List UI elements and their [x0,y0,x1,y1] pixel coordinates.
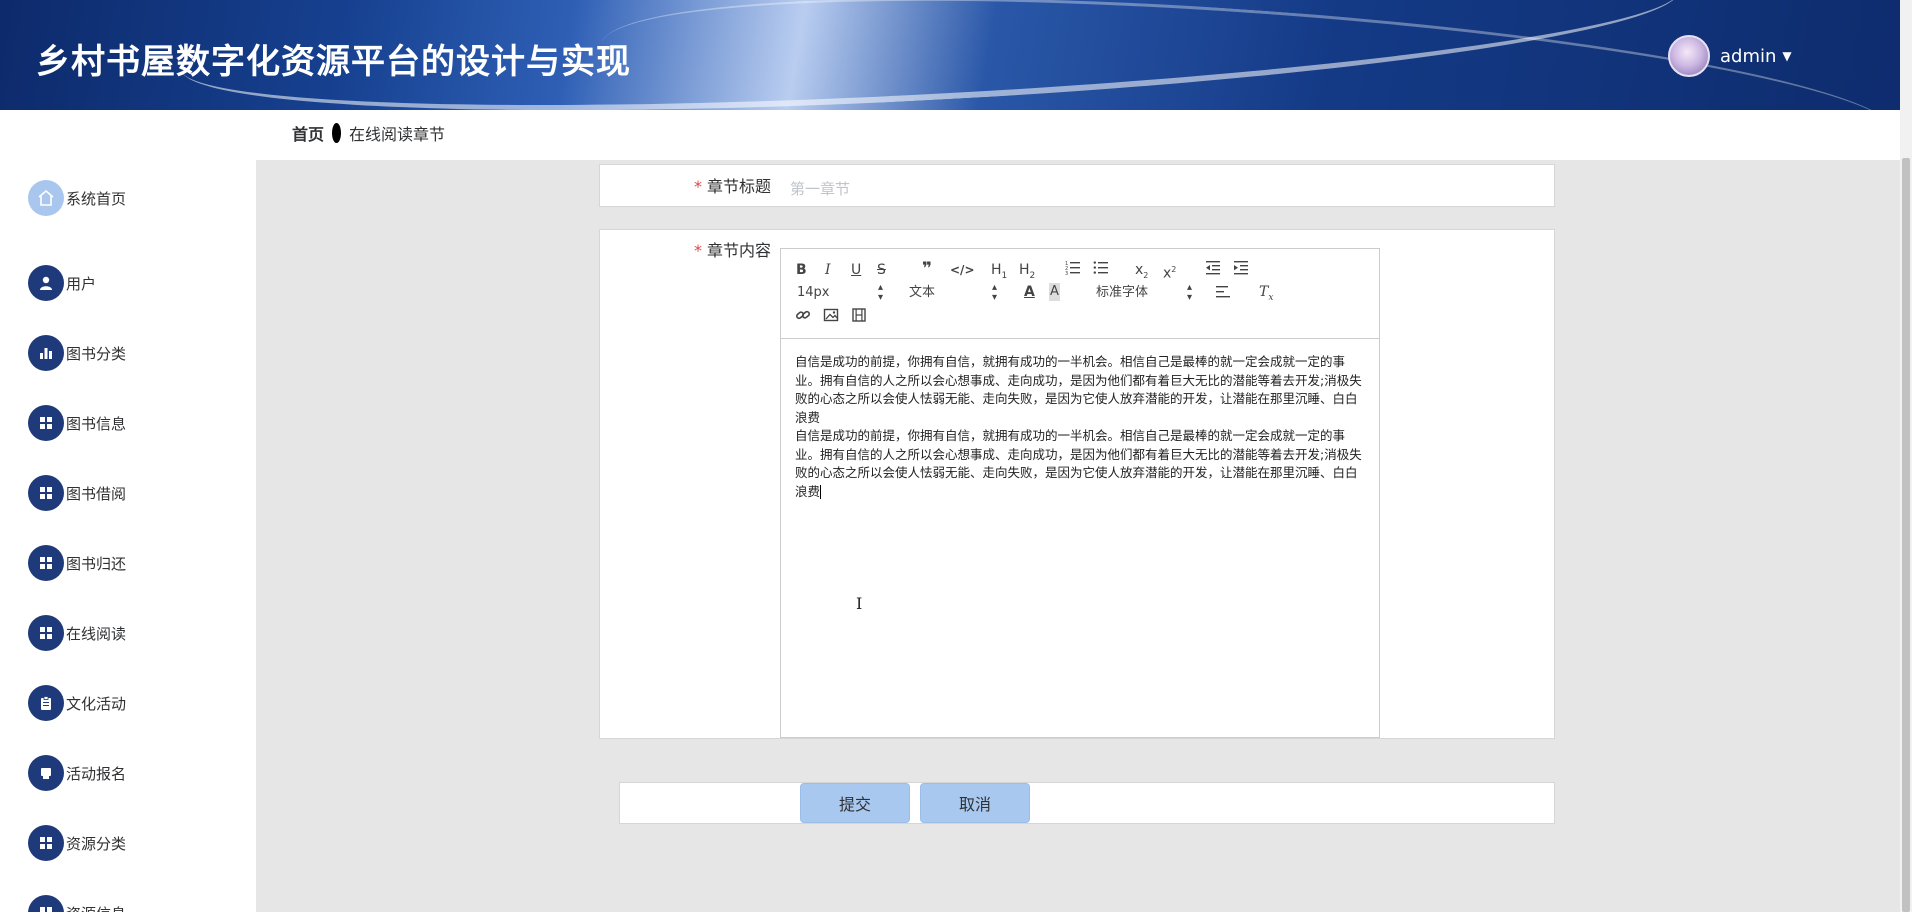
sidebar-item-home[interactable]: 系统首页 [28,180,126,216]
font-size-picker[interactable]: 14px ▴ ▾ [797,282,883,303]
mouse-cursor-ibeam: I [856,594,863,613]
indent-icon[interactable] [1233,259,1249,277]
sidebar-item-book-return[interactable]: 图书归还 [28,545,126,581]
sidebar-item-resource-info[interactable]: 资源信息 [28,895,126,912]
bold-icon[interactable]: B [796,261,807,279]
grid-icon [28,545,64,581]
sidebar-item-resource-category[interactable]: 资源分类 [28,825,126,861]
background-color-icon[interactable]: A [1049,283,1060,301]
sidebar-item-label: 在线阅读 [66,624,127,643]
editor-toolbar: B I U S ❞ </> H1 H2 123 x2 x2 14px ▴ ▾ 文本 ▴… [781,249,1379,339]
clipboard-icon [28,685,64,721]
heading1-icon[interactable]: H1 [991,261,1007,281]
required-mark: * [694,177,702,196]
submit-button[interactable]: 提交 [800,783,910,823]
breadcrumb-bar [0,110,1900,160]
chapter-title-input[interactable] [790,176,1550,202]
video-icon[interactable] [851,307,867,325]
ordered-list-icon[interactable]: 123 [1065,259,1081,277]
grid-icon [28,405,64,441]
app-title: 乡村书屋数字化资源平台的设计与实现 [36,42,631,82]
sidebar-item-user[interactable]: 用户 [28,265,96,301]
sidebar-item-label: 用户 [66,274,97,293]
caret-down-icon[interactable]: ▼ [1782,49,1791,63]
page-scrollbar[interactable] [1900,0,1912,912]
sidebar-item-online-reading[interactable]: 在线阅读 [28,615,126,651]
sidebar-item-label: 资源信息 [66,903,126,912]
breadcrumb-current: 在线阅读章节 [349,125,446,144]
username[interactable]: admin [1720,46,1776,67]
sidebar-item-label: 资源分类 [66,834,127,853]
user-icon [28,265,64,301]
link-icon[interactable] [795,307,811,325]
grid-icon [28,825,64,861]
button-form-row [619,782,1555,824]
svg-text:3: 3 [1065,271,1068,275]
sidebar: 系统首页 用户 图书分类 图书信息 图书借阅 图书归还 在线阅读 文化活动 活动… [0,160,256,912]
bar-chart-icon [28,335,64,371]
font-family-picker[interactable]: 标准字体 ▴ ▾ [1096,282,1192,303]
subscript-icon[interactable]: x2 [1135,261,1148,280]
app-header: 乡村书屋数字化资源平台的设计与实现 admin ▼ [0,0,1900,110]
printer-icon [28,755,64,791]
text-color-icon[interactable]: A [1024,283,1035,301]
blockquote-icon[interactable]: ❞ [922,260,932,278]
home-icon [28,180,64,216]
cancel-button[interactable]: 取消 [920,783,1030,823]
sidebar-item-cultural-activity[interactable]: 文化活动 [28,685,126,721]
required-mark: * [694,241,702,260]
editor-paragraph: 自信是成功的前提，你拥有自信，就拥有成功的一半机会。相信自己是最棒的就一定会成就… [795,428,1362,499]
sidebar-item-label: 图书归还 [66,554,127,573]
text-cursor [820,485,822,499]
sidebar-item-label: 图书分类 [66,344,127,363]
avatar[interactable] [1668,35,1710,77]
image-icon[interactable] [823,307,839,325]
sidebar-item-book-info[interactable]: 图书信息 [28,405,126,441]
sidebar-item-label: 活动报名 [66,764,127,783]
breadcrumb: 首页 在线阅读章节 [292,121,445,145]
sidebar-item-book-borrow[interactable]: 图书借阅 [28,475,126,511]
chapter-content-label: * 章节内容 [694,241,772,260]
sidebar-item-label: 图书信息 [66,414,127,433]
grid-icon [28,475,64,511]
sidebar-item-activity-signup[interactable]: 活动报名 [28,755,126,791]
breadcrumb-separator-icon [332,123,342,143]
bullet-list-icon[interactable] [1093,259,1109,277]
sidebar-item-label: 图书借阅 [66,484,127,503]
breadcrumb-home[interactable]: 首页 [292,121,324,145]
rich-text-editor[interactable]: B I U S ❞ </> H1 H2 123 x2 x2 14px ▴ ▾ 文本 ▴… [780,248,1380,738]
chevron-updown-icon: ▴ ▾ [991,282,997,303]
clear-format-icon[interactable]: Tx [1259,283,1273,303]
heading-picker[interactable]: 文本 ▴ ▾ [909,282,997,303]
editor-paragraph: 自信是成功的前提，你拥有自信，就拥有成功的一半机会。相信自己是最棒的就一定会成就… [795,354,1362,425]
chevron-updown-icon: ▴ ▾ [877,282,883,303]
underline-icon[interactable]: U [851,261,861,279]
strikethrough-icon[interactable]: S [877,261,886,279]
outdent-icon[interactable] [1205,259,1221,277]
scrollbar-thumb[interactable] [1902,158,1910,912]
grid-icon [28,895,64,912]
sidebar-item-label: 系统首页 [66,189,127,208]
user-menu[interactable]: admin ▼ [1668,34,1792,78]
italic-icon[interactable]: I [825,261,831,279]
superscript-icon[interactable]: x2 [1163,261,1176,282]
chevron-updown-icon: ▴ ▾ [1186,282,1192,303]
chapter-title-label: * 章节标题 [694,177,772,196]
grid-icon [28,615,64,651]
sidebar-item-label: 文化活动 [66,694,127,713]
heading2-icon[interactable]: H2 [1019,261,1035,281]
align-icon[interactable] [1215,283,1231,301]
editor-content[interactable]: 自信是成功的前提，你拥有自信，就拥有成功的一半机会。相信自己是最棒的就一定会成就… [795,353,1367,501]
sidebar-item-book-category[interactable]: 图书分类 [28,335,126,371]
code-block-icon[interactable]: </> [950,261,975,279]
